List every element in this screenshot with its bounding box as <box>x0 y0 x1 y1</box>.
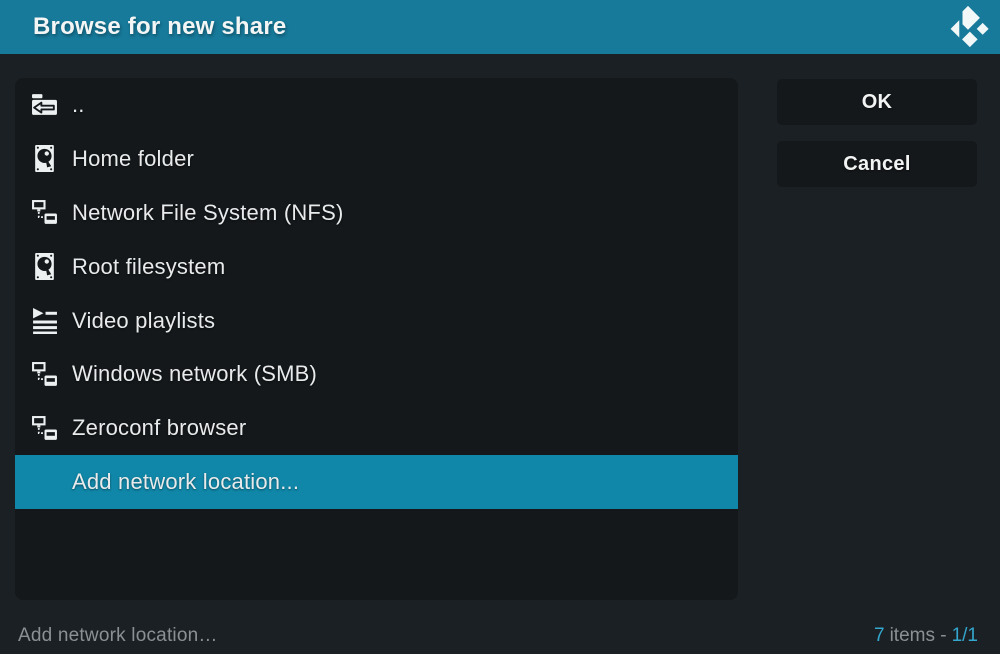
list-item-label: .. <box>72 92 85 118</box>
list-item-label: Zeroconf browser <box>72 415 246 441</box>
list-item-label: Root filesystem <box>72 254 225 280</box>
browse-for-share-dialog: Browse for new share .. Home folder <box>0 0 1000 654</box>
list-item[interactable]: Add network location... <box>15 455 738 509</box>
status-text: Add network location… <box>18 625 218 647</box>
page-indicator: 1/1 <box>952 625 978 647</box>
network-icon <box>30 414 58 442</box>
item-icon <box>30 468 58 496</box>
list-item[interactable]: Video playlists <box>15 294 738 348</box>
cancel-button[interactable]: Cancel <box>777 141 977 187</box>
list-item[interactable]: .. <box>15 78 738 132</box>
list-item-label: Network File System (NFS) <box>72 200 343 226</box>
dialog-header: Browse for new share <box>0 0 1000 54</box>
dialog-title: Browse for new share <box>33 13 286 41</box>
item-count-label: items - <box>890 625 947 647</box>
kodi-logo-icon <box>946 5 990 49</box>
network-icon <box>30 360 58 388</box>
list-item-label: Video playlists <box>72 308 215 334</box>
share-list: .. Home folder Network File System (NFS)… <box>15 78 738 600</box>
hard-disk-icon <box>30 253 58 281</box>
list-item[interactable]: Root filesystem <box>15 240 738 294</box>
ok-button[interactable]: OK <box>777 79 977 125</box>
list-item[interactable]: Zeroconf browser <box>15 401 738 455</box>
item-count-status: 7 items - 1/1 <box>874 625 978 647</box>
network-icon <box>30 199 58 227</box>
parent-folder-icon <box>30 91 58 119</box>
item-count: 7 <box>874 625 885 647</box>
list-item-label: Home folder <box>72 146 194 172</box>
list-item-label: Add network location... <box>72 469 299 495</box>
hard-disk-icon <box>30 145 58 173</box>
list-item-label: Windows network (SMB) <box>72 361 317 387</box>
list-item[interactable]: Windows network (SMB) <box>15 347 738 401</box>
playlist-icon <box>30 307 58 335</box>
list-item[interactable]: Home folder <box>15 132 738 186</box>
list-item[interactable]: Network File System (NFS) <box>15 186 738 240</box>
